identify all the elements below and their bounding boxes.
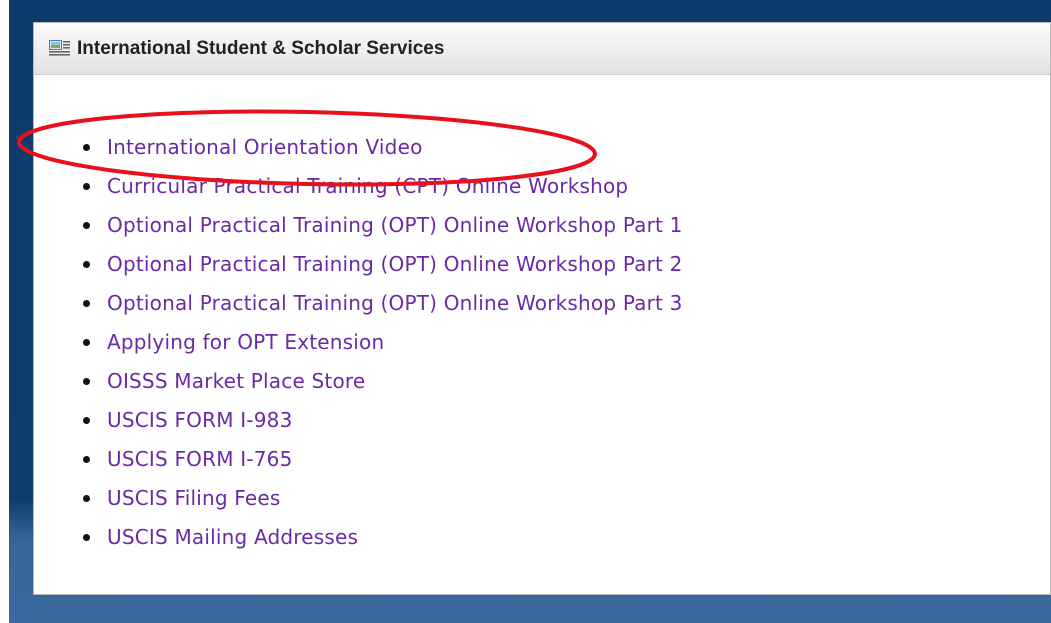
- link-list: International Orientation Video Curricul…: [34, 127, 1050, 556]
- bullet: [83, 494, 90, 502]
- bullet: [83, 455, 90, 463]
- bullet: [83, 533, 90, 541]
- link-filing-fees[interactable]: USCIS Filing Fees: [107, 486, 281, 510]
- portlet-title: International Student & Scholar Services: [77, 37, 445, 59]
- link-cpt-workshop[interactable]: Curricular Practical Training (CPT) Onli…: [107, 174, 628, 198]
- bullet: [83, 377, 90, 385]
- bullet: [83, 260, 90, 268]
- list-item: USCIS Filing Fees: [34, 478, 1050, 517]
- list-item: Optional Practical Training (OPT) Online…: [34, 244, 1050, 283]
- link-form-i-765[interactable]: USCIS FORM I-765: [107, 447, 293, 471]
- link-opt-workshop-part-1[interactable]: Optional Practical Training (OPT) Online…: [107, 213, 683, 237]
- news-icon: [49, 39, 71, 58]
- link-mailing-addresses[interactable]: USCIS Mailing Addresses: [107, 525, 358, 549]
- bullet: [83, 143, 90, 151]
- list-item: OISSS Market Place Store: [34, 361, 1050, 400]
- bullet: [83, 221, 90, 229]
- list-item: International Orientation Video: [34, 127, 1050, 166]
- list-item: Curricular Practical Training (CPT) Onli…: [34, 166, 1050, 205]
- link-opt-workshop-part-2[interactable]: Optional Practical Training (OPT) Online…: [107, 252, 683, 276]
- list-item: Applying for OPT Extension: [34, 322, 1050, 361]
- list-item: Optional Practical Training (OPT) Online…: [34, 283, 1050, 322]
- list-item: USCIS FORM I-765: [34, 439, 1050, 478]
- link-opt-extension[interactable]: Applying for OPT Extension: [107, 330, 384, 354]
- link-orientation-video[interactable]: International Orientation Video: [107, 135, 423, 159]
- bullet: [83, 416, 90, 424]
- portlet-header: International Student & Scholar Services: [34, 23, 1050, 75]
- bullet: [83, 182, 90, 190]
- portlet-international-services: International Student & Scholar Services…: [33, 22, 1051, 595]
- link-form-i-983[interactable]: USCIS FORM I-983: [107, 408, 293, 432]
- bullet: [83, 299, 90, 307]
- list-item: Optional Practical Training (OPT) Online…: [34, 205, 1050, 244]
- list-item: USCIS Mailing Addresses: [34, 517, 1050, 556]
- list-item: USCIS FORM I-983: [34, 400, 1050, 439]
- link-market-place-store[interactable]: OISSS Market Place Store: [107, 369, 365, 393]
- bullet: [83, 338, 90, 346]
- link-opt-workshop-part-3[interactable]: Optional Practical Training (OPT) Online…: [107, 291, 683, 315]
